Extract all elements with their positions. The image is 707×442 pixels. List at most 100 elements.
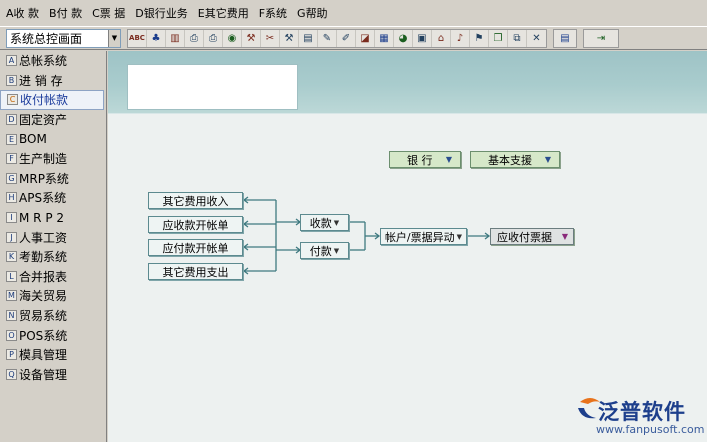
users-icon[interactable]: ♣ — [147, 29, 166, 47]
sidebar-item-label: 人事工资 — [19, 230, 68, 245]
tools-icon[interactable]: ⚒ — [242, 29, 261, 47]
menu-system[interactable]: F系统 — [259, 5, 287, 21]
other-income-button[interactable]: 其它费用收入 — [148, 192, 243, 209]
sidebar-item-d[interactable]: D 固定资产 — [0, 110, 106, 130]
shortcut-key-icon: A — [6, 55, 17, 67]
sidebar-item-label: 固定资产 — [19, 113, 68, 128]
cascade-icon[interactable]: ⧉ — [508, 29, 527, 47]
dropdown-arrow-icon: ▼ — [456, 232, 463, 241]
receipt-button[interactable]: 收款 ▼ — [300, 214, 349, 231]
sound-icon[interactable]: ♪ — [451, 29, 470, 47]
shortcut-key-icon: E — [6, 133, 17, 145]
chevron-down-icon[interactable]: ▼ — [108, 29, 120, 47]
support-dropdown-label: 基本支援 — [488, 153, 532, 167]
tool-button-group-2: ▤ — [553, 28, 577, 48]
abc-icon[interactable]: ABC — [128, 29, 147, 47]
dropdown-arrow-icon: ▼ — [561, 232, 568, 241]
shortcut-key-icon: H — [6, 192, 17, 204]
building-icon[interactable]: ⌂ — [432, 29, 451, 47]
view-select-value: 系统总控画面 — [10, 31, 83, 46]
printer-alt-icon[interactable]: ⎙ — [204, 29, 223, 47]
menu-payment[interactable]: B付 款 — [49, 5, 82, 21]
menu-other-expenses[interactable]: E其它费用 — [198, 5, 249, 21]
dropdown-arrow-icon: ▼ — [333, 218, 340, 227]
shortcut-key-icon: M — [6, 290, 17, 302]
sidebar-item-label: M R P 2 — [19, 210, 65, 225]
sidebar-item-label: 总帐系统 — [19, 54, 68, 69]
bookmark-icon[interactable]: ⚑ — [470, 29, 489, 47]
sidebar-item-label: BOM — [19, 132, 47, 147]
shortcut-key-icon: O — [6, 329, 17, 341]
view-select[interactable]: 系统总控画面 ▼ — [6, 28, 121, 48]
shortcut-key-icon: N — [6, 310, 17, 322]
sidebar-item-n[interactable]: N 贸易系统 — [0, 306, 106, 326]
scissors-icon[interactable]: ✂ — [261, 29, 280, 47]
brand-logo: 泛普软件 www.fanpusoft.com — [576, 390, 706, 442]
books-icon[interactable]: ▥ — [166, 29, 185, 47]
hammer-icon[interactable]: ⚒ — [280, 29, 299, 47]
menu-bank[interactable]: D银行业务 — [135, 5, 187, 21]
sidebar-item-m[interactable]: M 海关贸易 — [0, 286, 106, 306]
shortcut-key-icon: I — [6, 212, 17, 224]
payment-button[interactable]: 付款 ▼ — [300, 242, 349, 259]
printer-icon[interactable]: ⎙ — [185, 29, 204, 47]
dropdown-arrow-icon: ▼ — [445, 155, 452, 164]
exit-icon[interactable]: ⇥ — [584, 30, 618, 47]
other-expense-button[interactable]: 其它费用支出 — [148, 263, 243, 280]
shortcut-key-icon: K — [6, 251, 17, 263]
sidebar-item-b[interactable]: B进 销 存 — [0, 71, 106, 91]
sidebar-item-label: 进 销 存 — [19, 73, 63, 88]
document-icon[interactable]: ▤ — [299, 29, 318, 47]
layout-icon[interactable]: ▤ — [554, 30, 576, 47]
shortcut-key-icon: J — [6, 231, 17, 243]
sidebar-item-label: APS系统 — [19, 191, 67, 206]
menu-help[interactable]: G帮助 — [297, 5, 328, 21]
sidebar-item-q[interactable]: Q 设备管理 — [0, 365, 106, 385]
sidebar-item-label: POS系统 — [19, 328, 68, 343]
tool-button-group: ABC ♣ ▥ ⎙ ⎙ ◉ ⚒ ✂ ⚒ ▤ ✎ ✐ ◪ ▦ ◕ ▣ ⌂ ♪ ⚑ … — [127, 28, 547, 48]
window-icon[interactable]: ▣ — [413, 29, 432, 47]
bank-dropdown[interactable]: 银 行 ▼ — [389, 151, 461, 168]
ar-billing-button[interactable]: 应收款开帐单 — [148, 216, 243, 233]
dropdown-arrow-icon: ▼ — [544, 155, 551, 164]
shortcut-key-icon: B — [6, 74, 17, 86]
menu-notes[interactable]: C票 据 — [92, 5, 125, 21]
ap-billing-button[interactable]: 应付款开帐单 — [148, 239, 243, 256]
shortcut-key-icon: C — [7, 94, 18, 106]
pencil-icon[interactable]: ✐ — [337, 29, 356, 47]
title-panel — [127, 64, 298, 110]
sidebar-item-f[interactable]: F 生产制造 — [0, 149, 106, 169]
sidebar-item-l[interactable]: L 合并报表 — [0, 267, 106, 287]
sidebar-item-label: 模具管理 — [19, 348, 68, 363]
shortcut-key-icon: L — [6, 270, 17, 282]
sidebar-item-label: 收付帐款 — [20, 93, 69, 108]
sidebar-item-g[interactable]: G MRP系统 — [0, 169, 106, 189]
menu-bar: A收 款 B付 款 C票 据 D银行业务 E其它费用 F系统 G帮助 — [0, 0, 707, 26]
shortcut-key-icon: P — [6, 349, 17, 361]
sidebar-item-o[interactable]: O POS系统 — [0, 325, 106, 345]
sidebar-item-i[interactable]: IM R P 2 — [0, 208, 106, 228]
menu-receipt[interactable]: A收 款 — [6, 5, 39, 21]
eraser-icon[interactable]: ◪ — [356, 29, 375, 47]
account-note-change-button[interactable]: 帐户/票据异动 ▼ — [380, 228, 467, 245]
globe-icon[interactable]: ◉ — [223, 29, 242, 47]
brand-url: www.fanpusoft.com — [596, 423, 705, 436]
grid-icon[interactable]: ▦ — [375, 29, 394, 47]
toolbar: 系统总控画面 ▼ ABC ♣ ▥ ⎙ ⎙ ◉ ⚒ ✂ ⚒ ▤ ✎ ✐ ◪ ▦ ◕… — [0, 26, 707, 50]
sidebar-item-c[interactable]: C 收付帐款 — [0, 90, 104, 110]
close-icon[interactable]: ✕ — [527, 30, 546, 47]
sidebar-item-j[interactable]: J 人事工资 — [0, 227, 106, 247]
sidebar-item-label: 考勤系统 — [19, 250, 68, 265]
pen-icon[interactable]: ✎ — [318, 29, 337, 47]
sidebar-item-k[interactable]: K 考勤系统 — [0, 247, 106, 267]
sidebar-item-a[interactable]: A 总帐系统 — [0, 51, 106, 71]
chart-icon[interactable]: ◕ — [394, 29, 413, 47]
support-dropdown[interactable]: 基本支援 ▼ — [470, 151, 560, 168]
copy-icon[interactable]: ❐ — [489, 29, 508, 47]
shortcut-key-icon: D — [6, 114, 17, 126]
sidebar-item-p[interactable]: P 模具管理 — [0, 345, 106, 365]
ar-ap-notes-dropdown[interactable]: 应收付票据 ▼ — [490, 228, 574, 245]
sidebar-item-h[interactable]: H APS系统 — [0, 188, 106, 208]
sidebar-item-e[interactable]: E BOM — [0, 129, 106, 149]
shortcut-key-icon: Q — [6, 368, 17, 380]
